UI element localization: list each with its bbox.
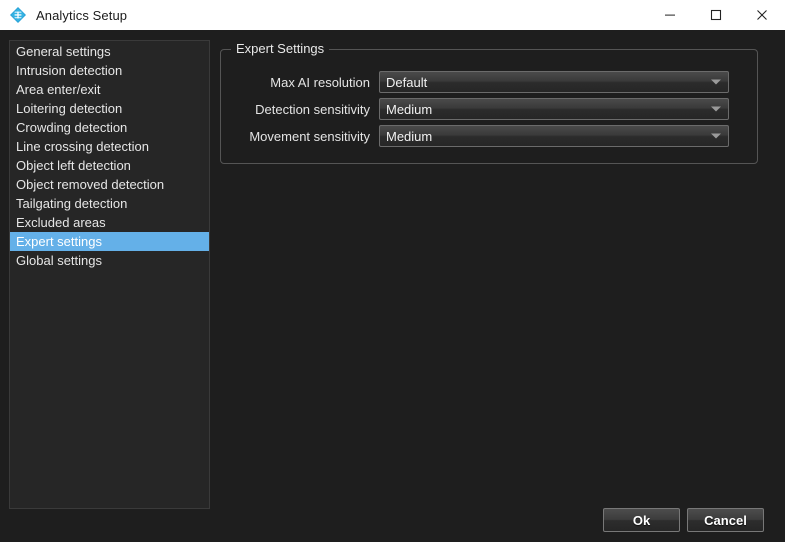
max-ai-resolution-label: Max AI resolution [270, 74, 370, 90]
sidebar-item-tailgating-detection[interactable]: Tailgating detection [10, 194, 209, 213]
ok-button[interactable]: Ok [603, 508, 680, 532]
title-bar: Analytics Setup [0, 0, 785, 30]
sidebar-item-label: Object removed detection [16, 177, 165, 192]
analytics-setup-dialog: Analytics Setup General settings Intrusi… [0, 0, 785, 542]
max-ai-resolution-dropdown[interactable]: Default [379, 71, 729, 93]
field-row-max-ai-resolution: Max AI resolution Default [221, 71, 729, 93]
sidebar-item-object-removed-detection[interactable]: Object removed detection [10, 175, 209, 194]
sidebar-item-label: Expert settings [16, 234, 102, 249]
sidebar-item-label: Excluded areas [16, 215, 106, 230]
analytics-diamond-icon [8, 5, 28, 25]
minimize-button[interactable] [647, 0, 693, 30]
sidebar-item-loitering-detection[interactable]: Loitering detection [10, 99, 209, 118]
sidebar-item-label: Line crossing detection [16, 139, 149, 154]
sidebar-item-label: Area enter/exit [16, 82, 101, 97]
sidebar-item-label: Object left detection [16, 158, 131, 173]
sidebar-item-intrusion-detection[interactable]: Intrusion detection [10, 61, 209, 80]
sidebar-item-label: Intrusion detection [16, 63, 123, 78]
chevron-down-icon [711, 79, 721, 85]
sidebar-item-general-settings[interactable]: General settings [10, 42, 209, 61]
sidebar-item-label: Tailgating detection [16, 196, 128, 211]
movement-sensitivity-value: Medium [386, 128, 433, 144]
movement-sensitivity-label: Movement sensitivity [249, 128, 370, 144]
sidebar-item-global-settings[interactable]: Global settings [10, 251, 209, 270]
chevron-down-icon [711, 133, 721, 139]
chevron-down-icon [711, 106, 721, 112]
dialog-body: General settings Intrusion detection Are… [0, 30, 785, 542]
close-button[interactable] [739, 0, 785, 30]
window-controls [647, 0, 785, 30]
field-row-detection-sensitivity: Detection sensitivity Medium [221, 98, 729, 120]
detection-sensitivity-dropdown[interactable]: Medium [379, 98, 729, 120]
sidebar-item-line-crossing-detection[interactable]: Line crossing detection [10, 137, 209, 156]
detection-sensitivity-label: Detection sensitivity [255, 101, 370, 117]
window-title: Analytics Setup [36, 7, 128, 23]
sidebar-item-expert-settings[interactable]: Expert settings [10, 232, 209, 251]
sidebar-item-excluded-areas[interactable]: Excluded areas [10, 213, 209, 232]
sidebar-item-area-enter-exit[interactable]: Area enter/exit [10, 80, 209, 99]
maximize-button[interactable] [693, 0, 739, 30]
max-ai-resolution-value: Default [386, 74, 428, 90]
sidebar-item-label: Global settings [16, 253, 102, 268]
field-row-movement-sensitivity: Movement sensitivity Medium [221, 125, 729, 147]
sidebar-item-crowding-detection[interactable]: Crowding detection [10, 118, 209, 137]
sidebar-item-label: General settings [16, 44, 111, 59]
cancel-button[interactable]: Cancel [687, 508, 764, 532]
detection-sensitivity-value: Medium [386, 101, 433, 117]
settings-category-list[interactable]: General settings Intrusion detection Are… [9, 40, 210, 509]
expert-settings-group: Expert Settings Max AI resolution Defaul… [220, 41, 758, 164]
movement-sensitivity-dropdown[interactable]: Medium [379, 125, 729, 147]
sidebar-item-label: Loitering detection [16, 101, 123, 116]
sidebar-item-object-left-detection[interactable]: Object left detection [10, 156, 209, 175]
group-title: Expert Settings [231, 41, 330, 56]
sidebar-item-label: Crowding detection [16, 120, 128, 135]
